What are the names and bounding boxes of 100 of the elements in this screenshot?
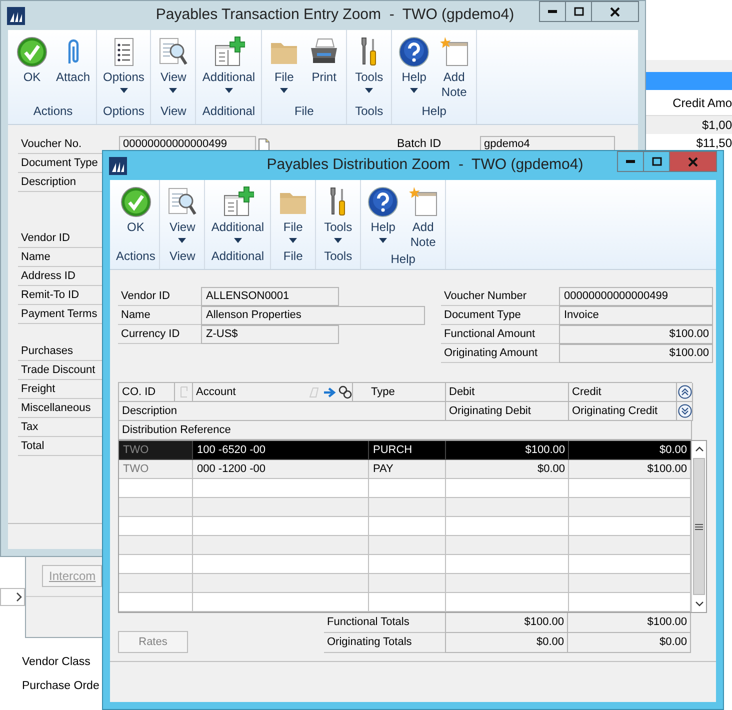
ribbon-button[interactable]: File xyxy=(266,36,302,93)
magnifier-document-icon xyxy=(157,36,190,68)
ribbon-button[interactable]: Tools xyxy=(320,186,356,243)
ribbon-group-label: File xyxy=(293,103,315,120)
scroll-thumb[interactable] xyxy=(693,458,705,595)
field-label: Tax xyxy=(18,418,101,437)
ribbon-button[interactable]: Additional xyxy=(209,186,266,243)
table-cell-text: $11,50 xyxy=(696,134,732,152)
navigation-item[interactable]: Purchase Orde xyxy=(22,679,100,694)
link-icon[interactable] xyxy=(338,385,352,399)
caret-icon xyxy=(365,88,374,93)
ribbon-group-label: Tools xyxy=(323,248,354,265)
ribbon-group-label: File xyxy=(282,248,304,265)
field-label: Miscellaneous xyxy=(18,399,101,418)
maximize-icon xyxy=(652,157,662,166)
total-value: $0.00 xyxy=(568,633,691,653)
table-cell: TWO xyxy=(119,441,193,460)
close-icon xyxy=(610,6,620,16)
collapse-button[interactable] xyxy=(678,385,692,399)
check-icon xyxy=(120,186,152,218)
ribbon-button[interactable]: OK xyxy=(14,36,50,85)
expand-button[interactable] xyxy=(678,404,692,418)
check-icon xyxy=(16,36,48,68)
ribbon-group-label: View xyxy=(168,248,196,265)
field-value: $100.00 xyxy=(559,344,713,363)
field-label: Payment Terms xyxy=(18,305,101,324)
ribbon-button[interactable]: Help xyxy=(365,186,402,250)
field-label: Currency ID xyxy=(118,325,201,344)
column-header: Account xyxy=(193,383,307,402)
app-logo-icon xyxy=(109,156,127,174)
ribbon-button[interactable]: View xyxy=(155,36,192,93)
note-icon[interactable] xyxy=(258,138,270,152)
minimize-button[interactable] xyxy=(617,151,644,172)
table-cell-text: $1,00 xyxy=(702,116,732,134)
field-label: Voucher Number xyxy=(441,287,559,306)
column-header: Credit Amo xyxy=(672,94,732,112)
chevron-right-icon xyxy=(16,592,22,602)
field-label: Remit-To ID xyxy=(18,286,101,305)
field-label: Document Type xyxy=(441,306,559,325)
caret-icon xyxy=(169,88,178,93)
ribbon-button[interactable]: File xyxy=(275,186,312,243)
total-value: $0.00 xyxy=(445,633,568,653)
ribbon-button[interactable]: Additional xyxy=(200,36,258,93)
table-row[interactable]: TWO 100 -6520 -00 PURCH $100.00 $0.00 xyxy=(119,441,691,460)
scrollbar[interactable] xyxy=(691,441,706,612)
total-value: $100.00 xyxy=(445,613,568,633)
field-label: Name xyxy=(18,248,101,267)
scroll-right-button[interactable] xyxy=(0,588,25,606)
field-label: Address ID xyxy=(18,267,101,286)
caret-icon xyxy=(410,88,418,93)
field-label: Vendor ID xyxy=(118,287,201,306)
ribbon-group-label: View xyxy=(159,103,188,120)
help-icon xyxy=(398,36,430,68)
field-value: 00000000000000499 xyxy=(559,287,713,306)
ribbon-button[interactable]: Help xyxy=(396,36,432,100)
ribbon-group-label: Additional xyxy=(210,248,266,265)
arrow-right-icon[interactable] xyxy=(322,386,336,398)
column-header: Credit xyxy=(569,383,677,402)
minimize-button[interactable] xyxy=(539,1,566,22)
ribbon-group-label: Additional xyxy=(201,103,256,120)
close-button[interactable] xyxy=(592,1,639,22)
ribbon-group-label: Options xyxy=(102,103,146,120)
total-label: Originating Totals xyxy=(324,633,445,653)
window-plus-icon xyxy=(212,36,245,68)
ribbon-button[interactable]: Attach xyxy=(54,36,92,85)
ribbon-button[interactable]: Options xyxy=(101,36,146,93)
field-label: Purchases xyxy=(18,342,101,361)
total-label: Functional Totals xyxy=(324,613,445,633)
minimize-icon xyxy=(626,160,635,163)
window-title: Payables Transaction Entry Zoom - TWO (gpdemo4) xyxy=(156,5,514,26)
column-header: CO. ID xyxy=(119,383,175,402)
window-title: Payables Distribution Zoom - TWO (gpdemo4) xyxy=(266,155,584,176)
ribbon-button[interactable]: View xyxy=(164,186,200,243)
table-row[interactable]: TWO 000 -1200 -00 PAY $0.00 $100.00 xyxy=(119,460,691,479)
magnifier-document-icon xyxy=(166,186,198,218)
navigation-item[interactable]: Vendor Class xyxy=(22,655,90,670)
ribbon-button[interactable]: OK xyxy=(118,186,154,235)
app-logo-icon xyxy=(7,6,25,24)
field-label: Trade Discount xyxy=(18,361,101,380)
field-value: ALLENSON0001 xyxy=(201,287,339,306)
ribbon-group-label: Help xyxy=(390,251,416,268)
field-label: Functional Amount xyxy=(441,325,559,344)
paperclip-icon xyxy=(68,39,79,65)
column-header: Description xyxy=(119,402,446,421)
ribbon-button[interactable]: Tools xyxy=(351,36,388,93)
column-header: Type xyxy=(353,383,446,402)
minimize-icon xyxy=(548,10,557,13)
caret-icon xyxy=(224,88,233,93)
field-label: Total xyxy=(18,437,101,456)
ribbon-button[interactable]: Add Note xyxy=(436,36,472,100)
column-header: Originating Debit xyxy=(446,402,569,421)
total-value: $100.00 xyxy=(568,613,691,633)
field-value: Allenson Properties xyxy=(201,306,425,325)
ribbon-group-label: Help xyxy=(420,103,448,120)
ribbon-button[interactable]: Print xyxy=(306,36,342,93)
grip-icon xyxy=(695,524,703,530)
field-value: Invoice xyxy=(559,306,713,325)
field-label: Description xyxy=(18,173,101,192)
note-icon xyxy=(407,186,440,218)
ribbon-button[interactable]: Add Note xyxy=(405,186,442,250)
